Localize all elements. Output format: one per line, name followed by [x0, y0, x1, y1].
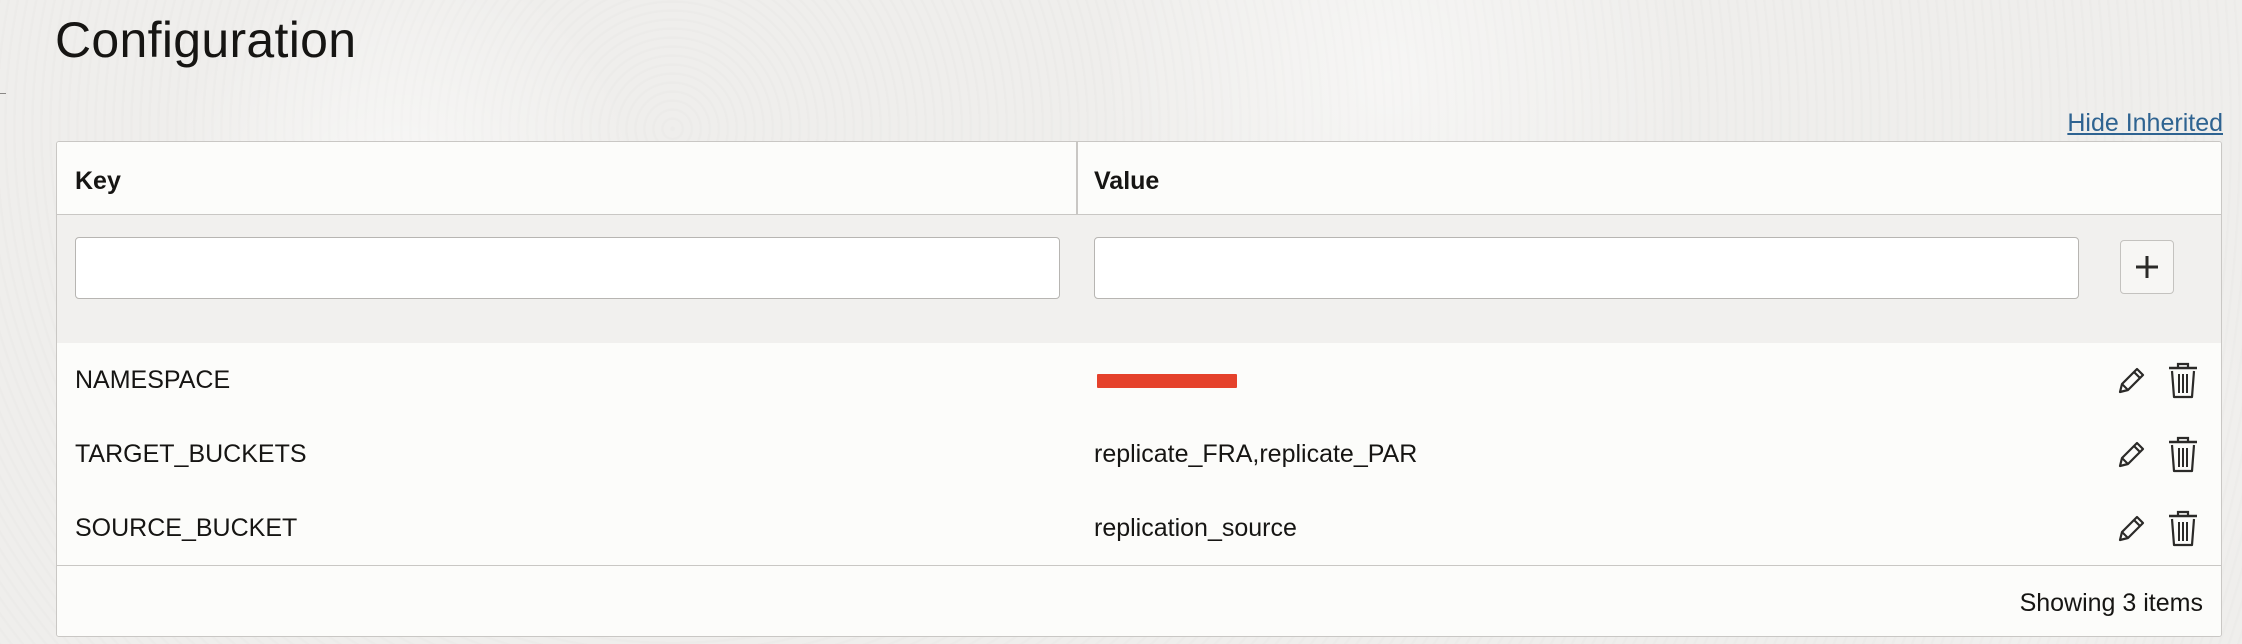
delete-button[interactable] — [2163, 509, 2203, 549]
row-key: NAMESPACE — [75, 366, 231, 394]
divider-tick — [0, 93, 6, 94]
delete-button[interactable] — [2163, 435, 2203, 475]
row-actions — [2111, 361, 2203, 401]
page-title: Configuration — [55, 12, 357, 68]
table-row: TARGET_BUCKETS replicate_FRA,replicate_P… — [57, 417, 2221, 491]
add-entry-button[interactable] — [2120, 240, 2174, 294]
row-key: SOURCE_BUCKET — [75, 514, 298, 542]
row-value: replication_source — [1094, 514, 1297, 542]
pencil-icon — [2118, 515, 2145, 542]
trash-icon — [2169, 362, 2197, 399]
plus-icon — [2136, 256, 2158, 278]
redaction-mark — [1097, 374, 1237, 388]
table-footer: Showing 3 items — [57, 565, 2221, 636]
table-row: NAMESPACE — [57, 343, 2221, 417]
row-actions — [2111, 509, 2203, 549]
new-key-input[interactable] — [75, 237, 1060, 299]
edit-button[interactable] — [2111, 509, 2151, 549]
column-header-value[interactable]: Value — [1094, 166, 1159, 196]
row-key: TARGET_BUCKETS — [75, 440, 307, 468]
pencil-icon — [2118, 367, 2145, 394]
trash-icon — [2169, 510, 2197, 547]
delete-button[interactable] — [2163, 361, 2203, 401]
new-value-input[interactable] — [1094, 237, 2079, 299]
table-row: SOURCE_BUCKET replication_source — [57, 491, 2221, 565]
row-actions — [2111, 435, 2203, 475]
edit-button[interactable] — [2111, 435, 2151, 475]
pencil-icon — [2118, 441, 2145, 468]
configuration-table: Key Value NAMESPACE TARGET_BUCKETS repli… — [56, 141, 2222, 637]
hide-inherited-link[interactable]: Hide Inherited — [2067, 108, 2223, 138]
new-entry-row — [57, 215, 2221, 343]
edit-button[interactable] — [2111, 361, 2151, 401]
item-count: Showing 3 items — [2019, 589, 2203, 617]
column-header-key[interactable]: Key — [75, 166, 121, 196]
trash-icon — [2169, 436, 2197, 473]
column-divider[interactable] — [1076, 142, 1078, 214]
table-header: Key Value — [57, 142, 2221, 215]
row-value: replicate_FRA,replicate_PAR — [1094, 440, 1418, 468]
